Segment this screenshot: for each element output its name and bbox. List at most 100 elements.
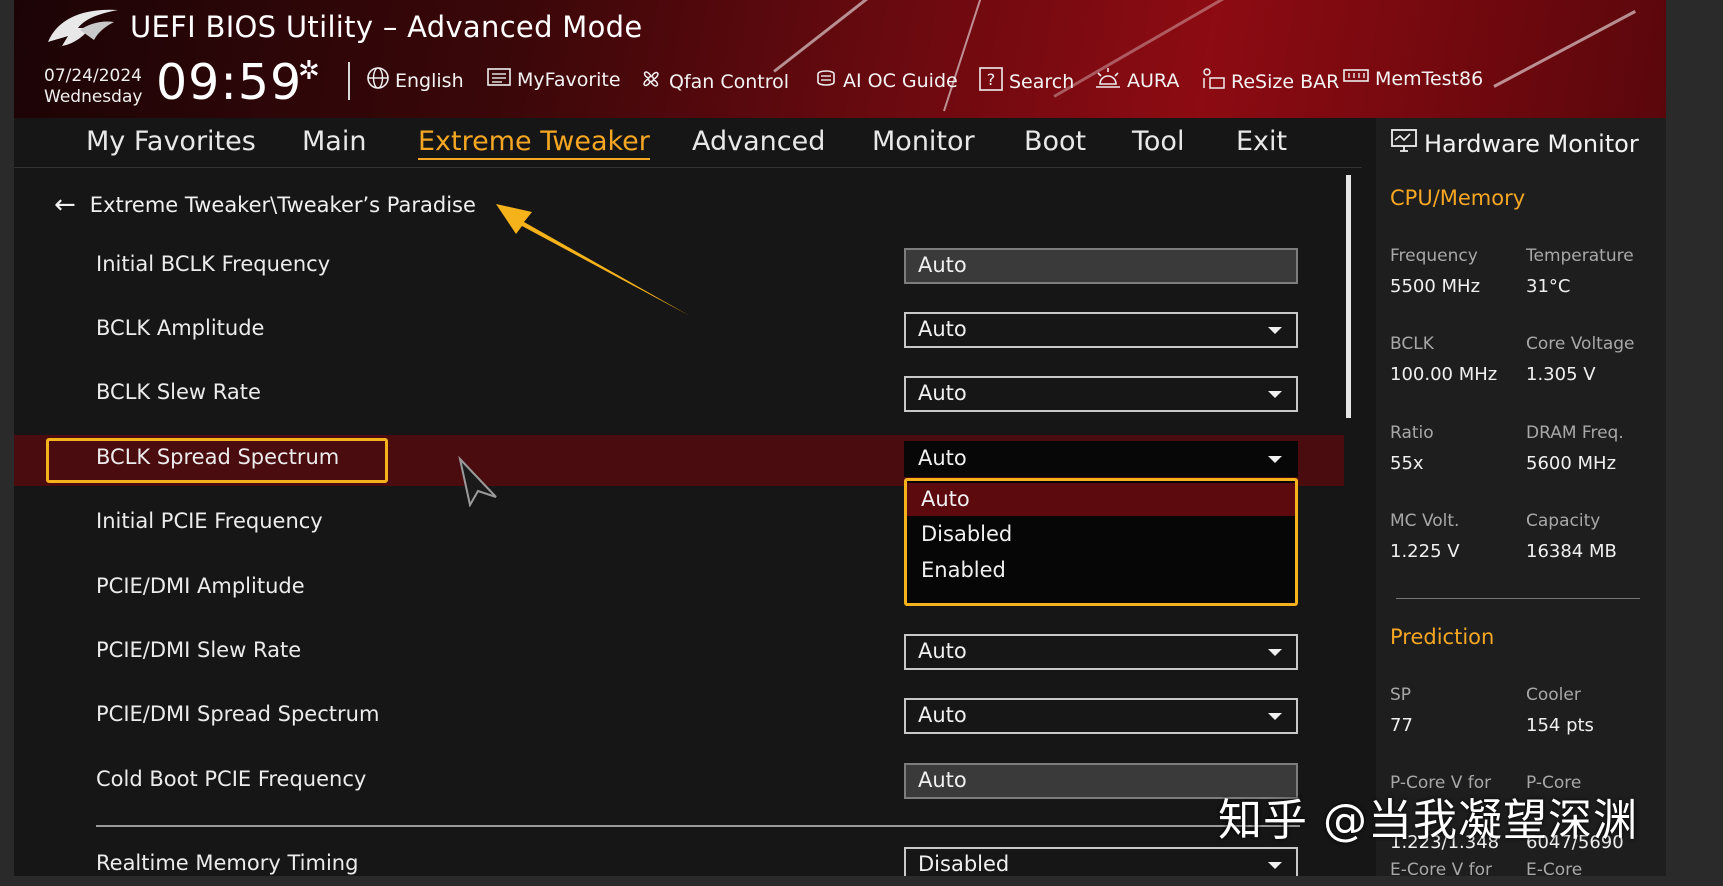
hw-key: DRAM Freq. — [1526, 423, 1624, 443]
section-divider — [96, 825, 1300, 827]
screenshot-frame: UEFI BIOS Utility – Advanced Mode 07/24/… — [0, 0, 1723, 886]
ai-oc-guide-button[interactable]: AI OC Guide — [814, 66, 958, 95]
resize-bar-button[interactable]: ReSize BAR — [1200, 66, 1339, 97]
prediction-heading: Prediction — [1390, 625, 1495, 649]
bclk-slew-rate-select[interactable]: Auto — [904, 376, 1298, 412]
hw-key: Ratio — [1390, 423, 1434, 443]
tab-my-favorites[interactable]: My Favorites — [86, 126, 256, 157]
hw-value: 77 — [1390, 715, 1413, 736]
search-button[interactable]: ? Search — [978, 66, 1074, 97]
aura-button[interactable]: AURA — [1094, 66, 1179, 95]
language-button[interactable]: English — [366, 66, 464, 95]
mouse-cursor-icon — [458, 455, 497, 507]
hw-key: SP — [1390, 685, 1412, 705]
fan-icon — [638, 66, 664, 97]
ai-oc-guide-label: AI OC Guide — [843, 69, 958, 92]
weekday-text: Wednesday — [44, 87, 143, 107]
tab-main[interactable]: Main — [302, 126, 366, 157]
initial-bclk-frequency-field: Auto — [904, 248, 1298, 284]
chevron-down-icon — [1268, 713, 1282, 720]
hardware-monitor-panel: Hardware Monitor CPU/Memory Frequency 55… — [1376, 118, 1666, 876]
back-arrow-icon[interactable]: ← — [54, 190, 76, 220]
myfavorite-label: MyFavorite — [517, 68, 621, 91]
setting-label: Initial PCIE Frequency — [96, 509, 323, 533]
decor-streak — [1493, 10, 1636, 88]
tab-exit[interactable]: Exit — [1236, 126, 1287, 157]
watermark-text: 知乎 @当我凝望深渊 — [1218, 795, 1638, 846]
date-display: 07/24/2024 Wednesday — [44, 66, 142, 108]
hardware-monitor-title: Hardware Monitor — [1390, 128, 1639, 160]
cpu-memory-heading: CPU/Memory — [1390, 186, 1526, 210]
hw-value: 100.00 MHz — [1390, 364, 1498, 385]
qfan-control-button[interactable]: Qfan Control — [638, 66, 789, 97]
setting-label: PCIE/DMI Slew Rate — [96, 638, 302, 662]
chevron-down-icon — [1268, 391, 1282, 398]
memtest86-label: MemTest86 — [1375, 67, 1484, 90]
breadcrumb: ← Extreme Tweaker\Tweaker’s Paradise — [54, 190, 476, 220]
language-label: English — [395, 69, 464, 92]
setting-label: Initial BCLK Frequency — [96, 252, 331, 276]
pcie-dmi-spread-spectrum-select[interactable]: Auto — [904, 698, 1298, 734]
search-question-icon: ? — [978, 66, 1004, 97]
setting-label-selected[interactable]: BCLK Spread Spectrum — [96, 445, 339, 469]
header-divider — [348, 62, 350, 100]
setting-value: Auto — [918, 768, 967, 792]
hw-value: 5500 MHz — [1390, 276, 1481, 297]
dropdown-option[interactable]: Auto — [907, 483, 1295, 516]
memtest86-button[interactable]: MemTest86 — [1342, 66, 1483, 91]
app-title: UEFI BIOS Utility – Advanced Mode — [130, 10, 643, 44]
dropdown-menu: Auto Disabled Enabled — [904, 478, 1298, 606]
hw-key: Cooler — [1526, 685, 1581, 705]
setting-label: Realtime Memory Timing — [96, 851, 359, 875]
tab-extreme-tweaker[interactable]: Extreme Tweaker — [418, 126, 650, 160]
dropdown-option[interactable]: Disabled — [907, 518, 1295, 551]
chip-icon — [814, 66, 838, 95]
resize-bar-label: ReSize BAR — [1231, 70, 1340, 93]
setting-value: Auto — [918, 703, 967, 727]
hw-key: Temperature — [1526, 246, 1634, 266]
favorite-list-icon — [486, 66, 512, 93]
setting-label: PCIE/DMI Spread Spectrum — [96, 702, 380, 726]
header-bar: UEFI BIOS Utility – Advanced Mode 07/24/… — [14, 0, 1666, 118]
memory-icon — [1342, 66, 1370, 91]
annotation-arrow-icon — [496, 204, 690, 316]
monitor-icon — [1390, 128, 1418, 160]
setting-value: Auto — [918, 446, 967, 470]
setting-label: BCLK Slew Rate — [96, 380, 261, 404]
tab-tool[interactable]: Tool — [1132, 126, 1184, 157]
hw-value: 1.225 V — [1390, 541, 1460, 562]
hw-value: 154 pts — [1526, 715, 1594, 736]
myfavorite-button[interactable]: MyFavorite — [486, 66, 621, 93]
globe-icon — [366, 66, 390, 95]
chevron-down-icon — [1268, 456, 1282, 463]
setting-label: Cold Boot PCIE Frequency — [96, 767, 367, 791]
hw-value: 16384 MB — [1526, 541, 1617, 562]
aura-light-icon — [1094, 66, 1122, 95]
hw-value: 5600 MHz — [1526, 453, 1617, 474]
dropdown-option[interactable]: Enabled — [907, 554, 1295, 587]
bclk-spread-spectrum-select[interactable]: Auto — [904, 441, 1298, 477]
hw-key: E-Core — [1526, 860, 1583, 876]
search-label: Search — [1009, 70, 1075, 93]
chevron-down-icon — [1268, 649, 1282, 656]
setting-value: Auto — [918, 317, 967, 341]
realtime-memory-timing-select[interactable]: Disabled — [904, 847, 1298, 876]
bclk-amplitude-select[interactable]: Auto — [904, 312, 1298, 348]
pcie-dmi-slew-rate-select[interactable]: Auto — [904, 634, 1298, 670]
scrollbar[interactable] — [1346, 175, 1351, 418]
tab-monitor[interactable]: Monitor — [872, 126, 975, 157]
setting-label: PCIE/DMI Amplitude — [96, 574, 305, 598]
svg-text:?: ? — [987, 70, 996, 89]
hw-key: Capacity — [1526, 511, 1601, 531]
setting-value: Auto — [918, 381, 967, 405]
hw-key: Frequency — [1390, 246, 1478, 266]
gear-icon[interactable]: ✲ — [298, 56, 320, 86]
hw-key: Core Voltage — [1526, 334, 1635, 354]
clock-display: 09:59 — [156, 54, 303, 111]
rog-logo-icon — [48, 9, 118, 46]
tab-boot[interactable]: Boot — [1024, 126, 1086, 157]
qfan-label: Qfan Control — [669, 70, 790, 93]
setting-value: Auto — [918, 639, 967, 663]
tab-advanced[interactable]: Advanced — [692, 126, 825, 157]
main-nav: My Favorites Main Extreme Tweaker Advanc… — [14, 118, 1362, 168]
